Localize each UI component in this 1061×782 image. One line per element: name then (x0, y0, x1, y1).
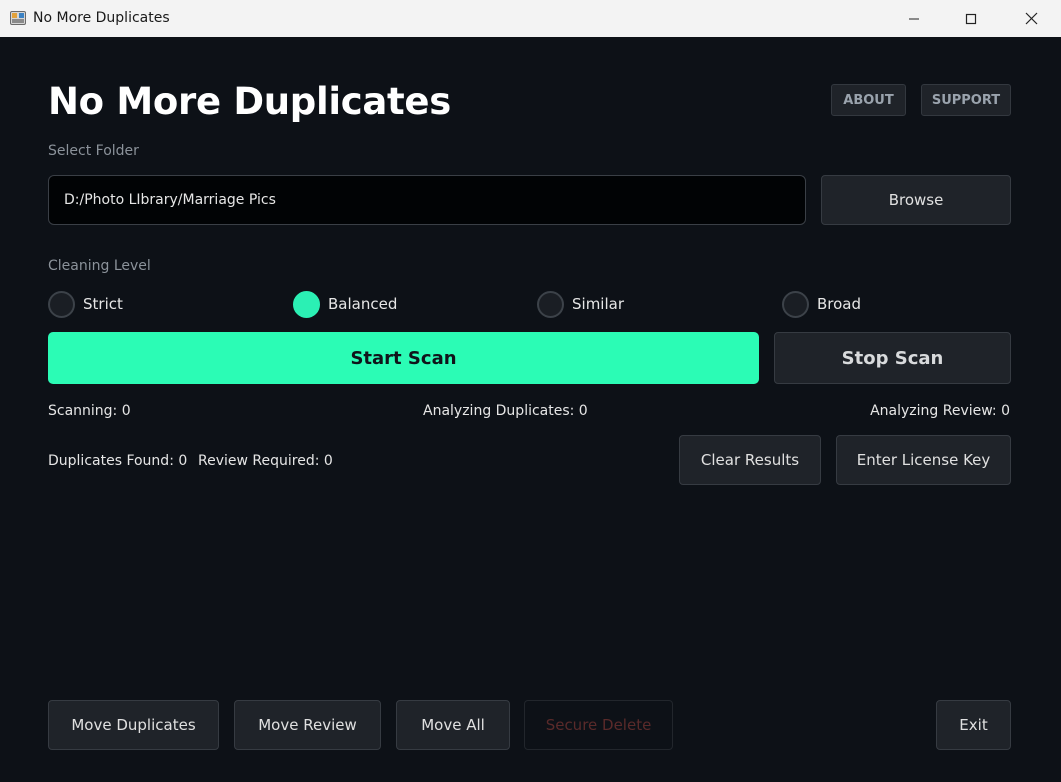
move-all-button[interactable]: Move All (396, 700, 510, 750)
window-titlebar: No More Duplicates (0, 0, 1061, 37)
app-logo-icon (10, 11, 26, 25)
duplicates-found-count: Duplicates Found: 0 (48, 453, 188, 469)
enter-license-key-button[interactable]: Enter License Key (836, 435, 1011, 485)
support-button[interactable]: SUPPORT (921, 84, 1011, 116)
radio-strict[interactable]: Strict (48, 290, 123, 318)
maximize-icon (965, 13, 977, 24)
radio-label: Strict (83, 295, 123, 313)
radio-circle-icon[interactable] (537, 290, 564, 318)
folder-path-input[interactable] (48, 175, 806, 225)
radio-label: Balanced (328, 295, 398, 313)
radio-circle-icon[interactable] (48, 290, 75, 318)
scanning-count: Scanning: 0 (48, 403, 131, 419)
radio-label: Broad (817, 295, 862, 313)
radio-label: Similar (572, 295, 624, 313)
close-icon (1025, 12, 1037, 25)
secure-delete-button[interactable]: Secure Delete (524, 700, 673, 750)
radio-balanced[interactable]: Balanced (293, 290, 397, 318)
radio-broad[interactable]: Broad (782, 290, 861, 318)
window-title: No More Duplicates (33, 10, 170, 26)
exit-button[interactable]: Exit (936, 700, 1011, 750)
move-review-button[interactable]: Move Review (234, 700, 381, 750)
review-required-count: Review Required: 0 (198, 453, 333, 469)
cleaning-level-label: Cleaning Level (48, 258, 151, 274)
select-folder-label: Select Folder (48, 143, 139, 159)
analyzing-review-count: Analyzing Review: 0 (870, 403, 1010, 419)
radio-circle-icon[interactable] (782, 290, 809, 318)
analyzing-duplicates-count: Analyzing Duplicates: 0 (423, 403, 588, 419)
start-scan-button[interactable]: Start Scan (48, 332, 759, 384)
radio-similar[interactable]: Similar (537, 290, 624, 318)
close-button[interactable] (1008, 0, 1054, 37)
move-duplicates-button[interactable]: Move Duplicates (48, 700, 219, 750)
about-button[interactable]: ABOUT (831, 84, 906, 116)
browse-button[interactable]: Browse (821, 175, 1011, 225)
stop-scan-button[interactable]: Stop Scan (774, 332, 1011, 384)
minimize-icon (909, 18, 919, 19)
clear-results-button[interactable]: Clear Results (679, 435, 821, 485)
maximize-button[interactable] (948, 0, 994, 37)
minimize-button[interactable] (891, 0, 937, 37)
radio-circle-checked-icon[interactable] (293, 290, 320, 318)
page-title: No More Duplicates (48, 80, 451, 123)
